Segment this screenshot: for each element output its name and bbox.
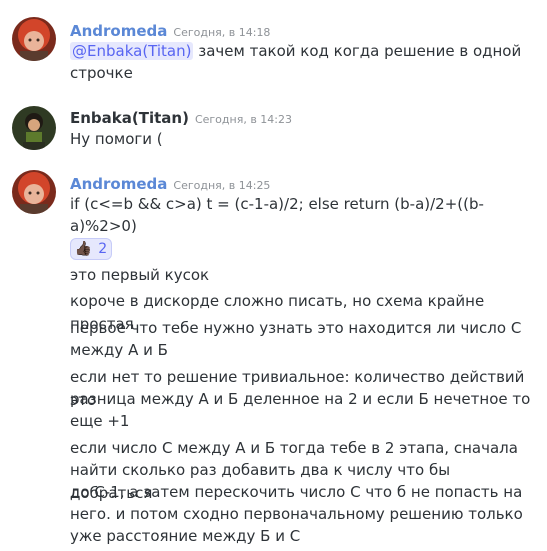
avatar-image	[12, 106, 56, 150]
reaction-button[interactable]: 👍🏿 2	[70, 238, 112, 260]
username[interactable]: Andromeda	[70, 22, 167, 40]
message-text: Ну помоги (	[70, 130, 163, 148]
message-header: Enbaka(Titan) Сегодня, в 14:23	[70, 108, 292, 127]
avatar-image	[12, 170, 56, 214]
avatar-image	[12, 17, 56, 61]
avatar[interactable]	[12, 170, 56, 214]
thumbs-up-icon: 👍🏿	[74, 241, 93, 257]
message-text-line: уже расстояние между Б и С	[70, 527, 301, 545]
message-header: Andromeda Сегодня, в 14:25	[70, 174, 270, 193]
message-text-rest: зачем такой код когда решение в одной	[193, 42, 522, 60]
timestamp: Сегодня, в 14:18	[173, 26, 271, 39]
username[interactable]: Andromeda	[70, 175, 167, 193]
avatar[interactable]	[12, 17, 56, 61]
message-text-line: a)%2>0)	[70, 217, 137, 235]
message-text-line: это первый кусок	[70, 266, 210, 284]
message-text-line: первое что тебе нужно узнать это находит…	[70, 319, 522, 337]
message-text-line: if (c<=b && c>a) t = (c-1-a)/2; else ret…	[70, 195, 484, 213]
message-text: @Enbaka(Titan) зачем такой код когда реш…	[70, 40, 535, 63]
reaction-count: 2	[98, 241, 108, 257]
user-mention[interactable]: @Enbaka(Titan)	[70, 42, 194, 60]
message-text-line: если число С между А и Б тогда тебе в 2 …	[70, 439, 518, 457]
message-text-line: до С-1, а затем перескочить число С что …	[70, 483, 523, 501]
avatar[interactable]	[12, 106, 56, 150]
message-text-line: между А и Б	[70, 341, 168, 359]
message-text-line: разница между А и Б деленное на 2 и если…	[70, 390, 531, 408]
timestamp: Сегодня, в 14:23	[194, 113, 292, 126]
message-header: Andromeda Сегодня, в 14:18	[70, 21, 270, 40]
timestamp: Сегодня, в 14:25	[173, 179, 271, 192]
message-text-line: него. и потом сходно первоначальному реш…	[70, 505, 523, 523]
username[interactable]: Enbaka(Titan)	[70, 109, 189, 127]
message-text-line: строчке	[70, 64, 133, 82]
message-text-line: еще +1	[70, 412, 130, 430]
